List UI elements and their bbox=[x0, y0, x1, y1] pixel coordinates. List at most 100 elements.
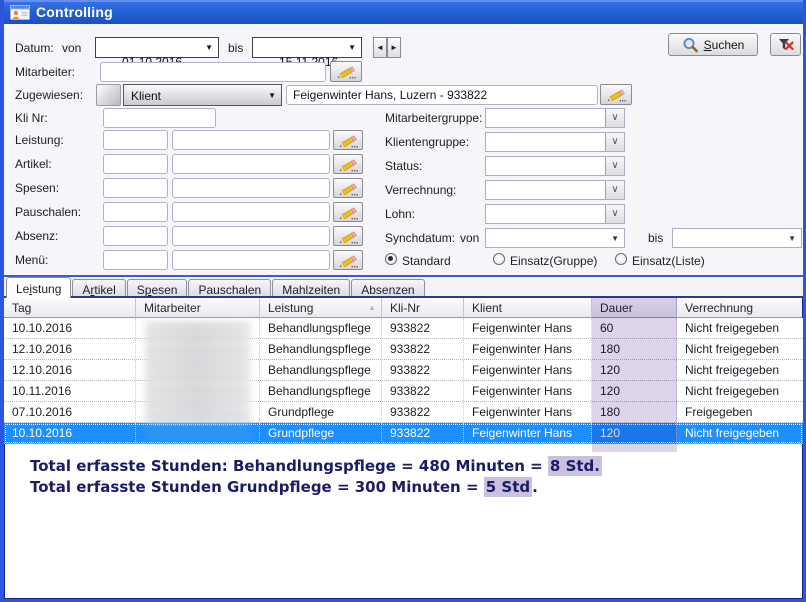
cell-dauer: 120 bbox=[592, 423, 677, 443]
cell-mitarbeiter bbox=[136, 339, 260, 359]
cell-klient: Feigenwinter Hans bbox=[464, 318, 592, 338]
field-label: Verrechnung: bbox=[385, 183, 456, 197]
filter-row-status: Status: ∨ bbox=[4, 156, 803, 178]
cell-klient: Feigenwinter Hans bbox=[464, 402, 592, 422]
cell-dauer: 60 bbox=[592, 318, 677, 338]
summary-line-behandlungspflege: Total erfasste Stunden: Behandlungspfleg… bbox=[30, 456, 602, 477]
column-header-tag[interactable]: Tag bbox=[4, 298, 136, 318]
cell-kli-nr: 933822 bbox=[382, 381, 464, 401]
summary-highlight: 8 Std. bbox=[548, 456, 602, 476]
filter-row-verrechnung: Verrechnung: ∨ bbox=[4, 180, 803, 202]
synchdatum-label: Synchdatum: bbox=[385, 231, 455, 245]
summary-annotation: Total erfasste Stunden: Behandlungspfleg… bbox=[30, 456, 602, 498]
pencil-icon bbox=[338, 253, 359, 268]
chevron-down-icon[interactable]: ∨ bbox=[605, 109, 624, 127]
cell-kli-nr: 933822 bbox=[382, 360, 464, 380]
lohn-combo[interactable]: ∨ bbox=[485, 204, 625, 224]
table-row[interactable]: 10.11.2016 Behandlungspflege 933822 Feig… bbox=[4, 381, 803, 402]
zugewiesen-edit-button[interactable] bbox=[600, 84, 632, 105]
absenz-code-input[interactable] bbox=[103, 226, 168, 246]
datum-label: Datum: bbox=[15, 41, 54, 55]
radio-einsatz-gruppe-label: Einsatz(Gruppe) bbox=[510, 254, 597, 268]
cell-klient: Feigenwinter Hans bbox=[464, 381, 592, 401]
mitarbeitergruppe-combo[interactable]: ∨ bbox=[485, 108, 625, 128]
sort-asc-icon: ▲ bbox=[368, 303, 376, 312]
cell-tag: 12.10.2016 bbox=[4, 339, 136, 359]
zugewiesen-type-combo[interactable]: Klient ▼ bbox=[123, 84, 282, 106]
cell-leistung: Behandlungspflege bbox=[260, 381, 382, 401]
date-prev-button[interactable]: ◄ bbox=[373, 37, 387, 58]
clear-filter-button[interactable] bbox=[770, 33, 801, 56]
dropdown-arrow-icon: ▼ bbox=[268, 92, 276, 100]
menu-code-input[interactable] bbox=[103, 250, 168, 270]
field-label: Klientengruppe: bbox=[385, 135, 469, 149]
klientengruppe-combo[interactable]: ∨ bbox=[485, 132, 625, 152]
status-combo[interactable]: ∨ bbox=[485, 156, 625, 176]
mitarbeiter-label: Mitarbeiter: bbox=[15, 65, 75, 79]
cell-dauer: 180 bbox=[592, 339, 677, 359]
datum-von-picker[interactable]: 01.10.2016 ▼ bbox=[95, 37, 219, 58]
pencil-icon bbox=[606, 87, 627, 102]
absenz-text-input[interactable] bbox=[172, 226, 330, 246]
field-label: Mitarbeitergruppe: bbox=[385, 111, 482, 125]
cell-kli-nr: 933822 bbox=[382, 423, 464, 443]
cell-mitarbeiter bbox=[136, 423, 260, 443]
synchdatum-bis-picker[interactable]: . . : : ▼ bbox=[672, 228, 802, 248]
column-header-mitarbeiter[interactable]: Mitarbeiter bbox=[136, 298, 260, 318]
result-table: 10.10.2016 Behandlungspflege 933822 Feig… bbox=[4, 318, 803, 444]
table-row[interactable]: 12.10.2016 Behandlungspflege 933822 Feig… bbox=[4, 339, 803, 360]
mitarbeiter-input[interactable] bbox=[100, 62, 326, 82]
radio-einsatz-liste[interactable] bbox=[615, 253, 627, 265]
synch-bis-label: bis bbox=[648, 231, 663, 245]
absenz-edit-button[interactable] bbox=[333, 226, 363, 246]
zugewiesen-input[interactable]: Feigenwinter Hans, Luzern - 933822 bbox=[286, 85, 598, 105]
chevron-down-icon[interactable]: ∨ bbox=[605, 157, 624, 175]
tab-leistung[interactable]: Leistung bbox=[6, 277, 71, 298]
cell-kli-nr: 933822 bbox=[382, 339, 464, 359]
menu-text-input[interactable] bbox=[172, 250, 330, 270]
table-row[interactable]: 12.10.2016 Behandlungspflege 933822 Feig… bbox=[4, 360, 803, 381]
titlebar: Controlling bbox=[4, 0, 803, 24]
search-label: Suchen bbox=[704, 38, 745, 52]
dropdown-arrow-icon: ▼ bbox=[348, 44, 356, 52]
table-row[interactable]: 10.10.2016 Behandlungspflege 933822 Feig… bbox=[4, 318, 803, 339]
column-header-verrechnung[interactable]: Verrechnung bbox=[677, 298, 802, 318]
synchdatum-bis-value: . . : : bbox=[697, 244, 758, 248]
datum-bis-label: bis bbox=[228, 41, 243, 55]
chevron-down-icon[interactable]: ∨ bbox=[605, 181, 624, 199]
search-button[interactable]: Suchen bbox=[668, 33, 758, 56]
verrechnung-combo[interactable]: ∨ bbox=[485, 180, 625, 200]
synchdatum-von-picker[interactable]: . . : : ▼ bbox=[485, 228, 625, 248]
datum-bis-picker[interactable]: 15.11.2016 ▼ bbox=[252, 37, 362, 58]
mitarbeiter-edit-button[interactable] bbox=[330, 61, 362, 82]
column-header-dauer[interactable]: Dauer bbox=[592, 298, 677, 318]
synch-von-label: von bbox=[460, 231, 479, 245]
radio-einsatz-gruppe[interactable] bbox=[493, 253, 505, 265]
cell-verrechnung: Freigegeben bbox=[677, 402, 802, 422]
filter-row-lohn: Lohn: ∨ bbox=[4, 204, 803, 226]
date-next-button[interactable]: ► bbox=[387, 37, 401, 58]
column-header-kli-nr[interactable]: Kli-Nr bbox=[382, 298, 464, 318]
cell-tag: 10.10.2016 bbox=[4, 423, 136, 443]
table-row[interactable]: 07.10.2016 Grundpflege 933822 Feigenwint… bbox=[4, 402, 803, 423]
radio-standard[interactable] bbox=[385, 253, 397, 265]
cell-kli-nr: 933822 bbox=[382, 318, 464, 338]
radio-standard-label: Standard bbox=[402, 254, 451, 268]
filter-panel: Datum: von 01.10.2016 ▼ bis 15.11.2016 ▼… bbox=[4, 24, 803, 275]
menu-edit-button[interactable] bbox=[333, 250, 363, 270]
cell-dauer: 120 bbox=[592, 381, 677, 401]
column-header-leistung[interactable]: Leistung▲ bbox=[260, 298, 382, 318]
column-header-klient[interactable]: Klient bbox=[464, 298, 592, 318]
chevron-down-icon[interactable]: ∨ bbox=[605, 205, 624, 223]
filter-row-menu: Menü: bbox=[4, 250, 404, 272]
field-label: Status: bbox=[385, 159, 422, 173]
cell-leistung: Behandlungspflege bbox=[260, 339, 382, 359]
cell-verrechnung: Nicht freigegeben bbox=[677, 423, 802, 443]
zugewiesen-toggle-button[interactable] bbox=[96, 84, 121, 106]
table-row-selected[interactable]: 10.10.2016 Grundpflege 933822 Feigenwint… bbox=[4, 423, 803, 444]
cell-mitarbeiter bbox=[136, 360, 260, 380]
field-label: Absenz: bbox=[15, 229, 58, 243]
chevron-down-icon[interactable]: ∨ bbox=[605, 133, 624, 151]
cell-leistung: Behandlungspflege bbox=[260, 360, 382, 380]
radio-einsatz-liste-label: Einsatz(Liste) bbox=[632, 254, 705, 268]
